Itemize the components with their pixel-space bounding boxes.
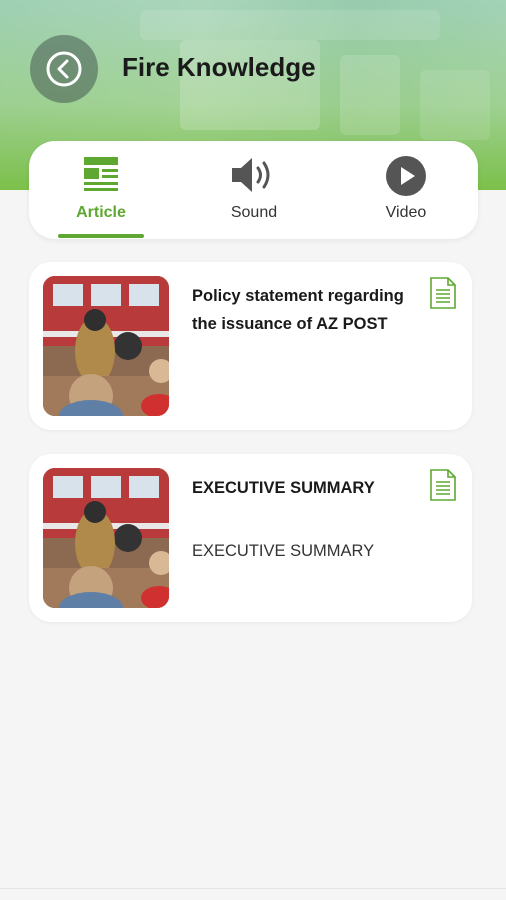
newspaper-icon xyxy=(84,157,118,191)
article-title: Policy statement regarding the issuance … xyxy=(192,287,404,333)
article-title: EXECUTIVE SUMMARY xyxy=(192,479,375,497)
document-icon xyxy=(430,277,456,309)
active-tab-indicator xyxy=(58,234,144,238)
article-thumbnail xyxy=(43,276,169,416)
article-card[interactable]: Policy statement regarding the issuance … xyxy=(29,262,472,430)
divider xyxy=(0,888,506,889)
tab-article-label: Article xyxy=(76,204,126,221)
document-icon xyxy=(430,469,456,501)
play-icon xyxy=(386,156,426,196)
back-button[interactable] xyxy=(30,35,98,103)
tab-bar: Article Sound Video xyxy=(29,141,478,239)
article-subtitle: EXECUTIVE SUMMARY xyxy=(192,542,375,560)
tab-video-label: Video xyxy=(385,204,427,221)
tab-sound[interactable]: Sound xyxy=(194,141,314,239)
tab-video[interactable]: Video xyxy=(346,141,466,239)
tab-article[interactable]: Article xyxy=(41,141,161,239)
article-thumbnail xyxy=(43,468,169,608)
page-title: Fire Knowledge xyxy=(122,52,316,82)
tab-sound-label: Sound xyxy=(230,204,278,221)
speaker-icon xyxy=(232,158,270,192)
chevron-left-icon xyxy=(46,51,82,87)
article-card[interactable]: EXECUTIVE SUMMARY EXECUTIVE SUMMARY xyxy=(29,454,472,622)
